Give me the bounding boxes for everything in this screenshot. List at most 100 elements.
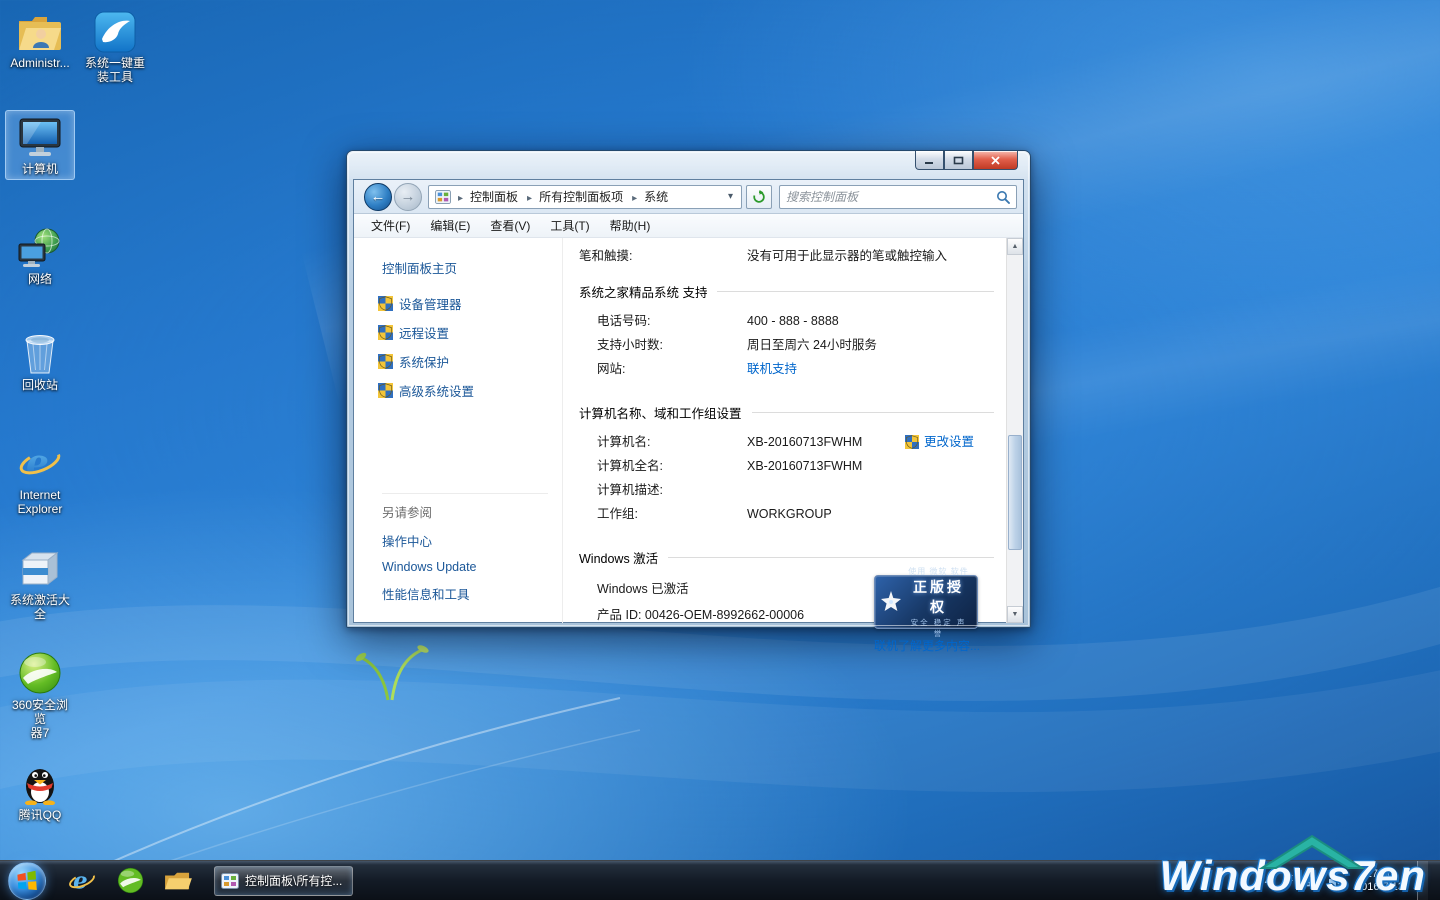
show-hidden-icons-button[interactable]: ▲ <box>1260 873 1274 888</box>
system-tray: ▲ 17:46 <box>1260 861 1428 900</box>
support-section-header: 系统之家精品系统 支持 <box>579 282 994 301</box>
navigation-bar: ← → 控制面板 所有控制面板项 系统 ▾ <box>354 180 1023 214</box>
workgroup-row: 工作组: WORKGROUP <box>579 502 994 526</box>
sidebar-item-system-protection[interactable]: 系统保护 <box>378 352 562 371</box>
svg-text:e: e <box>73 867 88 894</box>
menu-help[interactable]: 帮助(H) <box>601 214 660 237</box>
network-status-icon[interactable] <box>1304 874 1319 887</box>
network-icon <box>17 225 63 269</box>
activation-status: Windows 已激活 <box>597 577 804 601</box>
computer-name-row: 计算机名: XB-20160713FWHM 更改设置 <box>579 430 994 454</box>
row-label: 笔和触摸: <box>579 244 747 268</box>
desktop-icon-administrator[interactable]: Administr... <box>5 4 75 74</box>
computer-fullname-row: 计算机全名: XB-20160713FWHM <box>579 454 994 478</box>
desktop-icon-computer[interactable]: 计算机 <box>5 110 75 180</box>
taskbar-explorer-icon[interactable] <box>156 864 200 898</box>
menu-bar: 文件(F) 编辑(E) 查看(V) 工具(T) 帮助(H) <box>354 214 1023 238</box>
back-button[interactable]: ← <box>364 183 392 211</box>
phone-row: 电话号码: 400 - 888 - 8888 <box>579 309 994 333</box>
computer-description-row: 计算机描述: <box>579 478 994 502</box>
desktop-icon-internet-explorer[interactable]: e Internet Explorer <box>5 436 75 520</box>
taskbar-360-browser-icon[interactable] <box>108 864 152 898</box>
desktop-icon-network[interactable]: 网络 <box>5 220 75 290</box>
product-id: 产品 ID: 00426-OEM-8992662-00006 <box>597 603 804 627</box>
sidebar-item-action-center[interactable]: 操作中心 <box>382 531 548 550</box>
scrollbar-track[interactable] <box>1007 255 1023 606</box>
recycle-bin-icon <box>20 331 60 375</box>
menu-tools[interactable]: 工具(T) <box>541 214 598 237</box>
sidebar-item-performance-tools[interactable]: 性能信息和工具 <box>382 584 548 603</box>
sidebar-item-remote-settings[interactable]: 远程设置 <box>378 323 562 342</box>
sidebar: 控制面板主页 设备管理器 远程设置 系统保护 <box>354 238 563 623</box>
show-desktop-button[interactable] <box>1417 861 1428 900</box>
vertical-scrollbar: ▲ ▼ <box>1006 238 1023 623</box>
minimize-button[interactable] <box>915 151 944 170</box>
breadcrumb-item-system[interactable]: 系统 <box>625 186 670 207</box>
forward-button[interactable]: → <box>394 183 422 211</box>
window-titlebar[interactable] <box>347 151 1030 179</box>
close-button[interactable] <box>973 151 1018 170</box>
desktop-icon-label: Administr... <box>10 56 69 70</box>
desktop-icon-label: 系统一键重 装工具 <box>85 56 145 84</box>
taskbar-internet-explorer-icon[interactable]: e <box>60 864 104 898</box>
genuine-badge: 使用 微软 软件 正版授权 安全 稳定 声誉 <box>874 575 978 629</box>
control-panel-icon <box>221 873 239 889</box>
internet-explorer-icon: e <box>18 441 62 485</box>
desktop-icon-label: 回收站 <box>22 378 58 392</box>
sidebar-item-device-manager[interactable]: 设备管理器 <box>378 294 562 313</box>
desktop-icon-recycle-bin[interactable]: 回收站 <box>5 326 75 396</box>
sidebar-item-advanced-settings[interactable]: 高级系统设置 <box>378 381 562 400</box>
system-control-panel-window: ← → 控制面板 所有控制面板项 系统 ▾ <box>346 150 1031 628</box>
taskbar: e 控制面板\所有控... ▲ <box>0 860 1440 900</box>
activation-section-header: Windows 激活 <box>579 548 994 567</box>
search-icon[interactable] <box>990 190 1016 204</box>
volume-icon[interactable] <box>1328 875 1342 887</box>
search-input[interactable] <box>780 190 990 204</box>
desktop-icon-label: 计算机 <box>22 162 58 176</box>
desktop-icon-label: 系统激活大 全 <box>10 593 70 621</box>
menu-view[interactable]: 查看(V) <box>481 214 539 237</box>
desktop-icon-360-browser[interactable]: 360安全浏览 器7 <box>5 646 75 744</box>
scroll-down-arrow[interactable]: ▼ <box>1007 606 1023 623</box>
support-hours-row: 支持小时数: 周日至周六 24小时服务 <box>579 333 994 357</box>
action-center-flag-icon[interactable] <box>1283 874 1295 888</box>
computer-name-section-header: 计算机名称、域和工作组设置 <box>579 403 994 422</box>
desktop-icon-label: 网络 <box>28 272 52 286</box>
desktop-icon-qq[interactable]: 腾讯QQ <box>5 756 75 826</box>
window-body: ← → 控制面板 所有控制面板项 系统 ▾ <box>353 179 1024 623</box>
windows-logo-icon <box>16 870 38 892</box>
scroll-up-arrow[interactable]: ▲ <box>1007 238 1023 255</box>
menu-edit[interactable]: 编辑(E) <box>421 214 479 237</box>
refresh-button[interactable] <box>746 185 772 209</box>
desktop-icon-label: Internet Explorer <box>18 488 63 516</box>
uac-shield-icon <box>378 296 393 311</box>
desktop-icon-label: 360安全浏览 器7 <box>8 698 72 740</box>
software-box-icon <box>19 546 61 590</box>
breadcrumb-dropdown-icon[interactable]: ▾ <box>724 191 737 202</box>
menu-file[interactable]: 文件(F) <box>362 214 419 237</box>
row-value: 没有可用于此显示器的笔或触控输入 <box>747 244 947 268</box>
scrollbar-thumb[interactable] <box>1008 435 1022 550</box>
360-browser-icon <box>18 651 62 695</box>
taskbar-task-control-panel[interactable]: 控制面板\所有控... <box>214 866 353 896</box>
taskbar-clock[interactable]: 17:46 2016/7/13 <box>1355 868 1404 894</box>
online-support-link[interactable]: 联机支持 <box>747 357 797 381</box>
breadcrumb: 控制面板 所有控制面板项 系统 ▾ <box>428 185 742 209</box>
see-also-header: 另请参阅 <box>382 493 548 521</box>
change-settings-link[interactable]: 更改设置 <box>905 430 974 454</box>
learn-more-link[interactable]: 联机了解更多内容... <box>874 637 992 654</box>
uac-shield-icon <box>905 435 919 449</box>
breadcrumb-item-all-items[interactable]: 所有控制面板项 <box>520 186 625 207</box>
maximize-button[interactable] <box>944 151 973 170</box>
sidebar-item-control-panel-home[interactable]: 控制面板主页 <box>382 258 562 277</box>
main-panel: 笔和触摸: 没有可用于此显示器的笔或触控输入 系统之家精品系统 支持 电话号码:… <box>563 238 1006 623</box>
computer-icon <box>17 115 63 159</box>
reinstall-tool-icon <box>94 9 136 53</box>
start-button[interactable] <box>8 862 46 900</box>
sidebar-item-windows-update[interactable]: Windows Update <box>382 560 548 574</box>
breadcrumb-item-control-panel[interactable]: 控制面板 <box>451 186 520 207</box>
desktop-icon-activation-tools[interactable]: 系统激活大 全 <box>5 541 75 625</box>
genuine-star-icon <box>879 590 903 614</box>
uac-shield-icon <box>378 325 393 340</box>
desktop-icon-reinstall-tool[interactable]: 系统一键重 装工具 <box>80 4 150 88</box>
